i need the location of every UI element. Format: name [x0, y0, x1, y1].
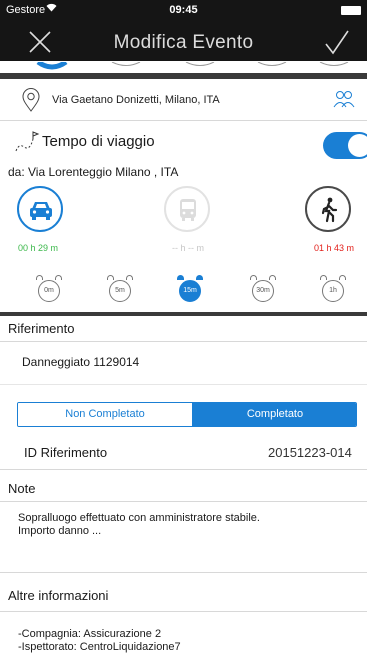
travel-time-row: Tempo di viaggio [0, 121, 367, 164]
note-line-2[interactable]: Importo danno ... [18, 525, 101, 538]
segment-completato[interactable]: Completato [192, 403, 356, 426]
riferimento-label: Riferimento [8, 321, 75, 336]
alarm-clock-icon: 0m [38, 280, 60, 302]
alarm-clock-icon: 1h [322, 280, 344, 302]
altre-line-1[interactable]: -Compagnia: Assicurazione 2 [18, 628, 161, 641]
address-text: Via Gaetano Donizetti, Milano, ITA [52, 94, 220, 106]
origin-address: da: Via Lorenteggio Milano , ITA [8, 165, 179, 179]
divider [0, 611, 367, 612]
travel-time-toggle[interactable] [323, 132, 367, 159]
car-icon [30, 202, 52, 220]
id-riferimento-label: ID Riferimento [24, 445, 108, 460]
mode-car-button[interactable] [17, 186, 63, 232]
check-icon [325, 30, 349, 55]
divider [0, 501, 367, 502]
page-title: Modifica Evento [113, 32, 254, 53]
divider [0, 469, 367, 470]
alarm-15m-button[interactable]: 15m [177, 275, 203, 303]
section-divider [0, 312, 367, 316]
altre-informazioni-label: Altre informazioni [8, 588, 109, 603]
alarm-clock-icon: 15m [179, 280, 201, 302]
scrolled-category-strip [0, 61, 367, 73]
alarm-clock-icon: 30m [252, 280, 274, 302]
toggle-knob [348, 134, 367, 157]
alarm-5m-button[interactable]: 5m [107, 275, 133, 303]
navbar: Modifica Evento [0, 20, 367, 61]
mode-walk-button[interactable] [305, 186, 351, 232]
divider [0, 384, 367, 385]
bus-icon [180, 199, 196, 221]
id-riferimento-value[interactable]: 20151223-014 [268, 445, 352, 460]
alarm-30m-button[interactable]: 30m [250, 275, 276, 303]
mode-bus-button[interactable] [164, 186, 210, 232]
confirm-button[interactable] [325, 30, 353, 58]
car-travel-time: 00 h 29 m [18, 243, 59, 253]
altre-line-2[interactable]: -Ispettorato: CentroLiquidazione7 [18, 641, 181, 654]
address-row[interactable]: Via Gaetano Donizetti, Milano, ITA [0, 79, 367, 121]
segment-non-completato[interactable]: Non Completato [18, 403, 192, 426]
alarm-clock-icon: 5m [109, 280, 131, 302]
app-header: Gestore 09:45 Modifica Evento [0, 0, 367, 61]
travel-time-label: Tempo di viaggio [42, 133, 155, 150]
status-time: 09:45 [169, 4, 198, 16]
alarm-1h-button[interactable]: 1h [320, 275, 346, 303]
bus-travel-time: -- h -- m [172, 243, 204, 253]
divider [0, 572, 367, 573]
note-line-1[interactable]: Sopralluogo effettuato con amministrator… [18, 512, 260, 525]
people-icon [333, 91, 355, 108]
riferimento-value[interactable]: Danneggiato 1129014 [22, 356, 139, 369]
route-icon [14, 131, 40, 158]
completion-segmented-control: Non Completato Completato [17, 402, 357, 427]
note-label: Note [8, 481, 36, 496]
location-pin-icon [22, 88, 40, 117]
reminder-selector: 0m 5m 15m 30m 1h [0, 270, 367, 310]
walk-travel-time: 01 h 43 m [314, 243, 355, 253]
alarm-0m-button[interactable]: 0m [36, 275, 62, 303]
participants-button[interactable] [333, 89, 355, 114]
battery-icon [341, 6, 361, 15]
walk-icon [321, 197, 338, 223]
status-bar: Gestore 09:45 [0, 0, 367, 20]
divider [0, 341, 367, 342]
